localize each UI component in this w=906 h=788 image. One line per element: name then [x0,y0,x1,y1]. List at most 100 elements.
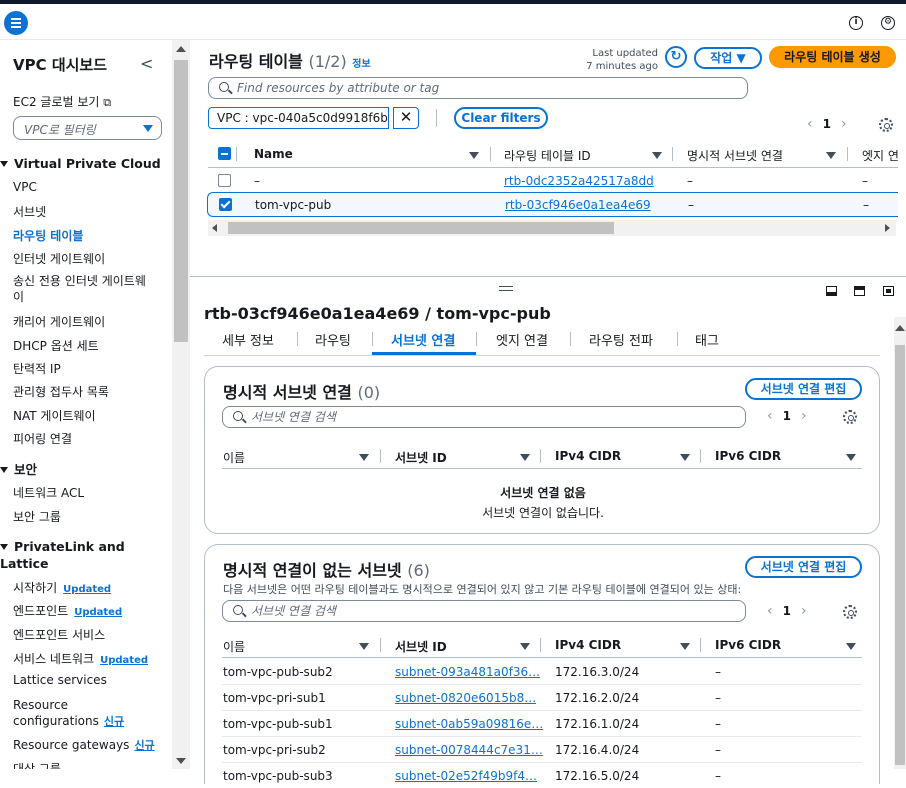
preferences-gear-icon[interactable] [843,410,857,424]
prev-page-icon[interactable]: ‹ [767,408,773,424]
tab-tags[interactable]: 태그 [695,330,719,349]
sidebar-item-endpoints[interactable]: 엔드포인트 Updated [13,602,122,619]
sidebar-item-nat-gateways[interactable]: NAT 게이트웨이 [13,407,96,424]
ec2-global-view-link[interactable]: EC2 글로벌 보기 ⧉ [13,93,111,110]
tab-subnet-associations[interactable]: 서브넷 연결 [391,330,455,349]
route-table-id-link[interactable]: rtb-03cf946e0a1ea4e69 [505,198,651,212]
sidebar-item-subnets[interactable]: 서브넷 [13,203,46,220]
info-icon[interactable]: i [849,16,863,30]
preferences-gear-icon[interactable] [879,118,893,132]
sidebar-item-egress-gateways[interactable]: 송신 전용 인터넷 게이트웨이 [13,273,148,305]
sort-icon[interactable] [469,152,479,159]
current-page[interactable]: 1 [783,409,791,423]
sort-icon[interactable] [520,643,530,650]
sidebar-item-endpoint-services[interactable]: 엔드포인트 서비스 [13,626,105,643]
resource-search-input[interactable]: Find resources by attribute or tag [208,77,748,99]
sort-icon[interactable] [359,454,369,461]
scrollbar-thumb[interactable] [174,60,188,342]
column-header-route-table-id[interactable]: 라우팅 테이블 ID [504,147,591,164]
tab-routes[interactable]: 라우팅 [315,330,351,349]
tab-edge-associations[interactable]: 엣지 연결 [496,330,548,349]
sidebar-item-network-acl[interactable]: 네트워크 ACL [13,484,84,501]
column-header-ipv6-cidr[interactable]: IPv6 CIDR [715,449,781,463]
current-page[interactable]: 1 [783,604,791,618]
detail-scrollbar[interactable] [894,317,906,769]
collapse-sidebar-icon[interactable]: < [140,54,153,73]
column-header-subnet-id[interactable]: 서브넷 ID [395,638,447,655]
refresh-icon[interactable]: ↻ [665,46,687,68]
current-page[interactable]: 1 [823,117,831,131]
sidebar-item-target-groups[interactable]: 대상 그룹 [13,760,61,769]
sidebar-item-prefix-lists[interactable]: 관리형 접두사 목록 [13,383,109,400]
sidebar-section-security[interactable]: 보안 [0,459,37,478]
sort-icon[interactable] [846,643,856,650]
sort-icon[interactable] [652,152,662,159]
subnet-id-link[interactable]: subnet-0820e6015b8… [395,691,536,705]
vpc-filter-select[interactable]: VPC로 필터링 [13,116,162,140]
panel-full-icon[interactable] [883,286,894,296]
info-link[interactable]: 정보 [352,59,370,70]
subnet-id-link[interactable]: subnet-0ab59a09816e… [395,717,543,731]
sidebar-item-resource-gateways[interactable]: Resource gateways 신규 [13,737,155,753]
sidebar-item-route-tables[interactable]: 라우팅 테이블 [13,227,83,244]
column-header-edge-association[interactable]: 엣지 연 [862,147,898,164]
sidebar-item-peering[interactable]: 피어링 연결 [13,430,72,447]
prev-page-icon[interactable]: ‹ [807,116,813,132]
table-row[interactable]: – rtb-0dc2352a42517a8dd – – [208,169,898,193]
sidebar-item-lattice-services[interactable]: Lattice services [13,673,107,687]
sort-icon[interactable] [680,454,690,461]
column-header-ipv4-cidr[interactable]: IPv4 CIDR [555,638,621,652]
prev-page-icon[interactable]: ‹ [767,603,773,619]
table-row-selected[interactable]: tom-vpc-pub rtb-03cf946e0a1ea4e69 – – [207,192,898,217]
scroll-left-icon[interactable] [212,224,217,232]
sort-icon[interactable] [359,643,369,650]
sidebar-item-internet-gateways[interactable]: 인터넷 게이트웨이 [13,250,105,267]
panel-bottom-icon[interactable] [826,286,837,296]
tab-route-propagation[interactable]: 라우팅 전파 [589,330,653,349]
next-page-icon[interactable]: › [801,603,807,619]
column-header-subnet-id[interactable]: 서브넷 ID [395,449,447,466]
tab-details[interactable]: 세부 정보 [222,330,274,349]
scrollbar-thumb[interactable] [228,222,614,234]
column-header-name[interactable]: 이름 [223,638,245,655]
edit-subnet-associations-button[interactable]: 서브넷 연결 편집 [745,556,862,578]
scroll-up-icon[interactable] [176,46,186,52]
select-all-checkbox[interactable] [218,147,231,160]
sidebar-scrollbar[interactable] [172,40,190,769]
sidebar-section-vpc[interactable]: Virtual Private Cloud [0,156,161,171]
sidebar-item-carrier-gateways[interactable]: 캐리어 게이트웨이 [13,313,105,330]
next-page-icon[interactable]: › [841,116,847,132]
panel-side-icon[interactable] [854,286,865,296]
column-header-ipv4-cidr[interactable]: IPv4 CIDR [555,449,621,463]
scroll-down-icon[interactable] [176,758,186,764]
subnet-id-link[interactable]: subnet-02e52f49b9f4… [395,769,537,783]
sidebar-item-elastic-ip[interactable]: 탄력적 IP [13,360,61,377]
sort-icon[interactable] [846,454,856,461]
settings-icon[interactable]: ⚙ [881,16,895,30]
row-checkbox-checked[interactable] [219,198,232,211]
horizontal-scrollbar[interactable] [208,220,896,236]
sidebar-section-privatelink[interactable]: PrivateLink and Lattice [0,538,140,572]
edit-subnet-associations-button[interactable]: 서브넷 연결 편집 [745,378,862,400]
sidebar-item-dhcp[interactable]: DHCP 옵션 세트 [13,337,99,354]
create-route-table-button[interactable]: 라우팅 테이블 생성 [769,46,896,68]
menu-icon[interactable] [4,11,28,35]
remove-filter-icon[interactable]: ✕ [393,107,419,129]
sort-icon[interactable] [826,152,836,159]
scroll-up-icon[interactable] [895,325,905,331]
scrollbar-thumb[interactable] [895,345,905,765]
route-table-id-link[interactable]: rtb-0dc2352a42517a8dd [504,174,654,188]
subnet-search-input[interactable]: 서브넷 연결 검색 [222,600,746,622]
sidebar-item-getting-started[interactable]: 시작하기 Updated [13,579,111,596]
sort-icon[interactable] [520,454,530,461]
row-checkbox[interactable] [218,174,231,187]
actions-button[interactable]: 작업 ▼ [694,47,762,69]
next-page-icon[interactable]: › [801,408,807,424]
subnet-id-link[interactable]: subnet-0078444c7e31… [395,743,543,757]
preferences-gear-icon[interactable] [843,605,857,619]
column-header-ipv6-cidr[interactable]: IPv6 CIDR [715,638,781,652]
sidebar-item-resource-configurations[interactable]: Resource configurations 신규 [13,697,133,730]
column-header-explicit-association[interactable]: 명시적 서브넷 연결 [687,147,783,164]
sidebar-item-service-networks[interactable]: 서비스 네트워크 Updated [13,650,148,667]
scroll-right-icon[interactable] [885,224,890,232]
